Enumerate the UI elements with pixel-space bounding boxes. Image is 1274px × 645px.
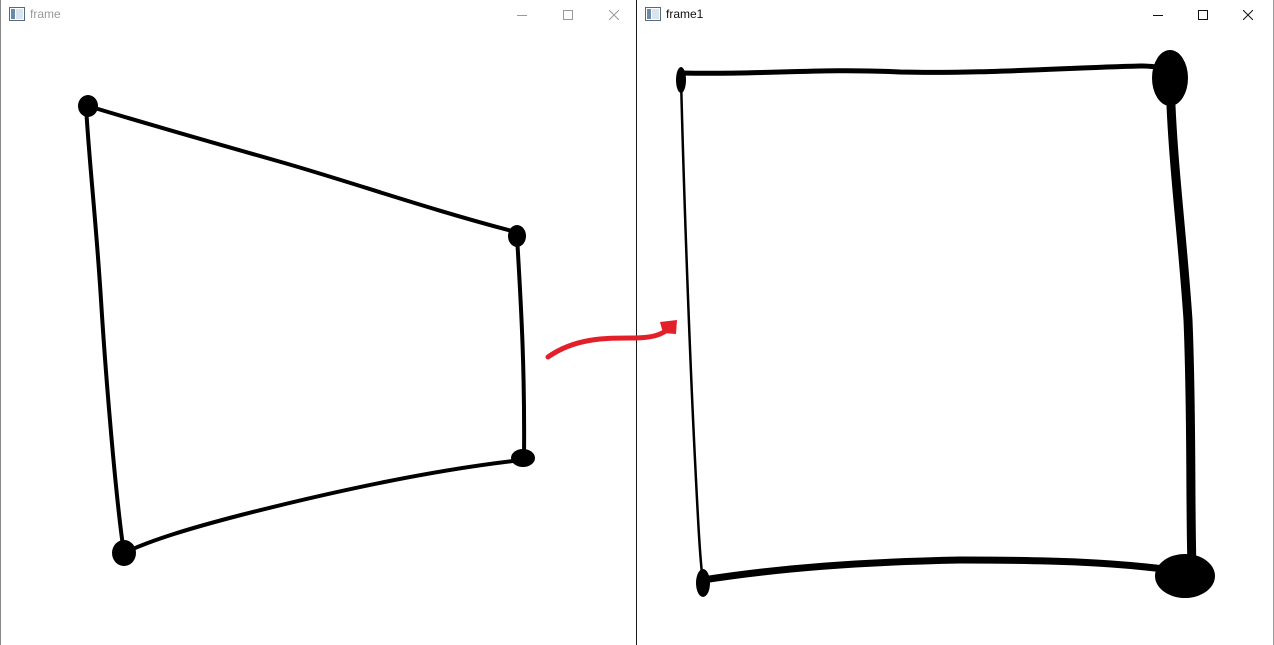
corner-point (1155, 554, 1215, 598)
left-edge (84, 104, 126, 555)
maximize-icon (563, 9, 573, 20)
image-canvas (676, 50, 1215, 598)
title-bar[interactable]: frame1 (637, 0, 1273, 29)
close-button[interactable] (1225, 0, 1271, 29)
close-icon (1243, 9, 1253, 20)
corner-point (508, 225, 526, 247)
minimize-icon (1153, 14, 1163, 16)
corner-points (78, 95, 535, 566)
window-app-icon (9, 7, 25, 21)
window-title: frame1 (666, 7, 704, 21)
corner-point (1152, 50, 1188, 106)
window-app-icon (645, 7, 661, 21)
corner-point (676, 67, 686, 93)
corner-points (676, 50, 1215, 598)
corner-point (696, 569, 710, 597)
close-icon (609, 9, 619, 20)
maximize-button[interactable] (1180, 0, 1226, 29)
close-button[interactable] (591, 0, 637, 29)
right-edge (515, 234, 527, 460)
image-canvas (78, 95, 535, 566)
maximize-button[interactable] (545, 0, 591, 29)
maximize-icon (1198, 9, 1208, 20)
bottom-edge (699, 556, 1189, 584)
window-frame1: frame1 (637, 0, 1274, 645)
minimize-button[interactable] (1135, 0, 1181, 29)
bottom-edge (122, 458, 524, 555)
corner-point (112, 540, 136, 566)
window-frame: frame (0, 0, 637, 645)
corner-point (511, 449, 535, 467)
right-edge (1165, 73, 1197, 573)
left-edge (679, 76, 705, 584)
warped-rectangle-drawing (679, 63, 1197, 584)
minimize-icon (517, 14, 527, 16)
window-title: frame (30, 7, 61, 21)
title-bar[interactable]: frame (1, 0, 636, 29)
minimize-button[interactable] (499, 0, 545, 29)
top-edge (679, 63, 1173, 76)
corner-point (78, 95, 98, 117)
quadrilateral-drawing (84, 104, 527, 555)
top-edge (86, 104, 518, 234)
